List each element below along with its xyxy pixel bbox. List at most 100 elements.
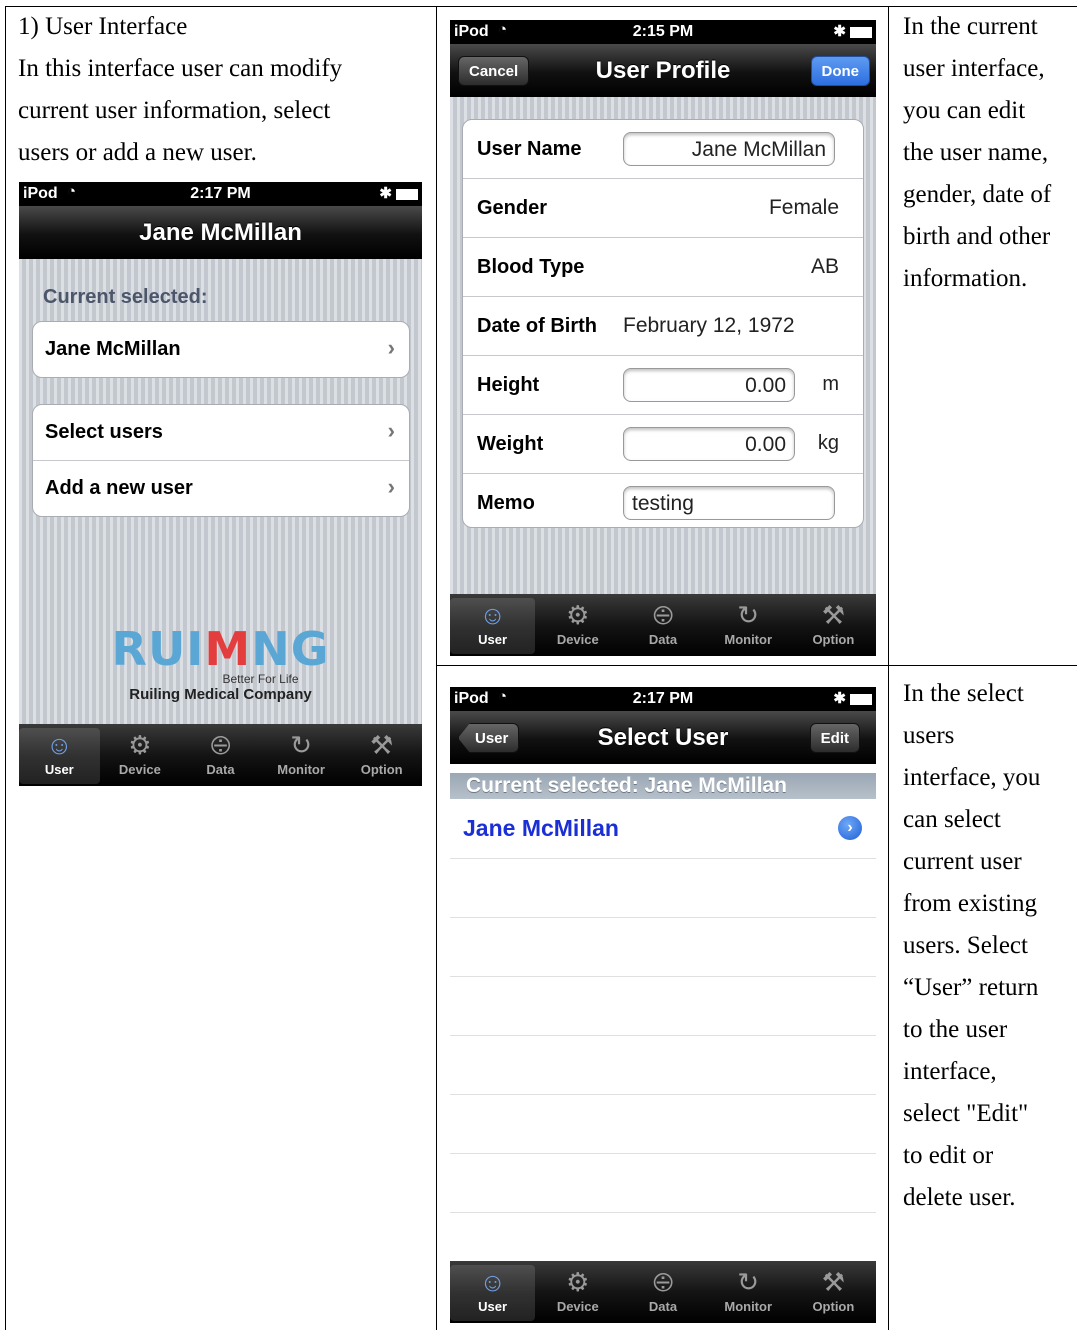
table-left-border <box>5 6 6 1330</box>
nav-title: Jane McMillan <box>139 219 302 246</box>
description-line: current user <box>903 848 1022 875</box>
tab-device[interactable]: ⚙ Device <box>100 728 181 784</box>
edit-button[interactable]: Edit <box>809 723 860 753</box>
user-name-label: User Name <box>477 138 582 160</box>
tab-monitor[interactable]: ↻ Monitor <box>706 598 791 654</box>
chart-icon: ⨸ <box>652 600 674 630</box>
phone-user-screen: iPod ◔ 2:17 PM ✱ Jane McMillan Current s… <box>19 182 422 786</box>
blood-type-value: AB <box>810 255 839 278</box>
description-line: delete user. <box>903 1184 1016 1211</box>
tab-monitor[interactable]: ↻ Monitor <box>706 1265 791 1321</box>
weight-field[interactable]: 0.00 <box>623 427 795 461</box>
gear-icon: ⚙ <box>128 730 152 760</box>
description-line: In this interface user can modify <box>18 55 343 82</box>
list-item <box>450 977 876 1036</box>
tab-user[interactable]: ☺ User <box>450 1265 536 1321</box>
height-label: Height <box>477 374 540 396</box>
description-line: In the current <box>903 13 1038 40</box>
tab-option[interactable]: ⚒ Option <box>791 1265 876 1321</box>
refresh-icon: ↻ <box>290 730 312 760</box>
gender-value: Female <box>768 196 839 219</box>
list-item <box>450 1036 876 1095</box>
tab-device[interactable]: ⚙ Device <box>535 598 620 654</box>
tab-label: Monitor <box>724 1299 773 1314</box>
memo-row: Memo testing <box>463 474 863 527</box>
description-line: users <box>903 722 955 749</box>
select-users-cell[interactable]: Select users › <box>33 405 409 461</box>
tab-label: Data <box>648 1299 678 1314</box>
user-icon: ☺ <box>479 1267 506 1297</box>
weight-unit: kg <box>817 432 839 454</box>
gender-label: Gender <box>477 197 548 219</box>
table-col-divider-2 <box>888 6 889 1330</box>
tab-option[interactable]: ⚒ Option <box>791 598 876 654</box>
section-header: Current selected: <box>43 286 208 308</box>
tab-user[interactable]: ☺ User <box>19 728 100 784</box>
blood-type-row[interactable]: Blood Type AB <box>463 238 863 297</box>
table-col-divider-1 <box>436 6 437 1330</box>
memo-field[interactable]: testing <box>623 486 835 520</box>
tab-label: Monitor <box>277 762 325 777</box>
description-line: can select <box>903 806 1001 833</box>
height-field[interactable]: 0.00 <box>623 368 795 402</box>
logo-wordmark: RUIMNG <box>111 622 330 676</box>
detail-disclosure-icon[interactable]: › <box>838 816 862 840</box>
description-line: to edit or <box>903 1142 994 1169</box>
tab-data[interactable]: ⨸ Data <box>620 598 705 654</box>
height-row: Height 0.00 m <box>463 356 863 415</box>
section-header: Current selected: Jane McMillan <box>450 773 876 799</box>
battery-icon <box>396 189 418 200</box>
gear-icon: ⚙ <box>566 600 590 630</box>
chevron-right-icon: › <box>387 418 395 443</box>
refresh-icon: ↻ <box>737 1267 760 1297</box>
done-button[interactable]: Done <box>810 56 870 86</box>
tab-bar: ☺ User ⚙ Device ⨸ Data ↻ Monitor ⚒ Option <box>450 1261 876 1323</box>
list-item[interactable]: Jane McMillan › <box>450 800 876 859</box>
tab-bar: ☺ User ⚙ Device ⨸ Data ↻ Monitor ⚒ Option <box>450 594 876 656</box>
gender-row[interactable]: Gender Female <box>463 179 863 238</box>
phone-select-user-screen: iPod ◔ 2:17 PM ✱ User Select User Edit C… <box>450 687 876 1323</box>
user-name-field[interactable]: Jane McMillan <box>623 132 835 166</box>
description-line: interface, <box>903 1058 997 1085</box>
nav-bar: Cancel User Profile Done <box>450 44 876 97</box>
add-user-cell[interactable]: Add a new user › <box>33 461 409 516</box>
dob-row[interactable]: Date of Birth February 12, 1972 <box>463 297 863 356</box>
tab-label: Data <box>206 762 235 777</box>
tab-bar: ☺ User ⚙ Device ⨸ Data ↻ Monitor ⚒ Option <box>19 724 422 786</box>
description-line: to the user <box>903 1016 1008 1043</box>
tab-data[interactable]: ⨸ Data <box>620 1265 705 1321</box>
current-user-group: Jane McMillan › <box>32 321 410 378</box>
tab-label: User <box>44 762 74 777</box>
bluetooth-icon: ✱ <box>833 23 846 40</box>
clock: 2:17 PM <box>632 690 694 707</box>
nav-bar: User Select User Edit <box>450 711 876 764</box>
tab-data[interactable]: ⨸ Data <box>180 728 261 784</box>
user-icon: ☺ <box>479 600 506 630</box>
weight-label: Weight <box>477 433 544 455</box>
tab-option[interactable]: ⚒ Option <box>341 728 422 784</box>
memo-label: Memo <box>477 492 535 514</box>
battery-icon <box>850 27 872 38</box>
chevron-right-icon: › <box>387 474 395 499</box>
tab-label: User <box>478 1299 508 1314</box>
select-users-label: Select users <box>45 421 163 443</box>
tab-label: User <box>478 632 508 647</box>
tab-user[interactable]: ☺ User <box>450 598 536 654</box>
right-top-description: In the current user interface, you can e… <box>903 6 1051 300</box>
user-icon: ☺ <box>46 730 73 760</box>
tab-monitor[interactable]: ↻ Monitor <box>261 728 342 784</box>
clock: 2:17 PM <box>190 185 251 202</box>
description-line: interface, you <box>903 764 1041 791</box>
table-row-divider <box>436 665 1077 666</box>
tab-label: Monitor <box>724 632 773 647</box>
description-line: birth and other <box>903 223 1051 250</box>
user-list: Jane McMillan › <box>450 800 876 1272</box>
status-bar: iPod ◔ 2:17 PM ✱ <box>19 182 422 206</box>
description-line: current user information, select <box>18 97 331 124</box>
blood-type-label: Blood Type <box>477 256 585 278</box>
tab-device[interactable]: ⚙ Device <box>535 1265 620 1321</box>
list-item <box>450 918 876 977</box>
current-user-cell[interactable]: Jane McMillan › <box>33 322 409 377</box>
add-user-label: Add a new user <box>45 477 193 499</box>
clock: 2:15 PM <box>632 23 694 40</box>
